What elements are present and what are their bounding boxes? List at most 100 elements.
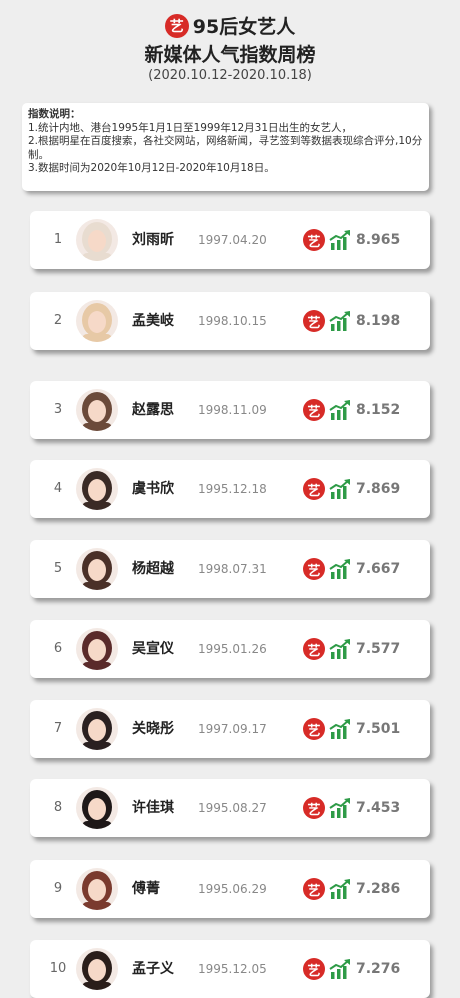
trend-up-icon: [329, 400, 350, 420]
ranking-row[interactable]: 10 孟子义 1995.12.05 艺 7.276: [30, 940, 430, 998]
popularity-score: 7.286: [356, 881, 401, 897]
brand-icon: 艺: [303, 399, 325, 421]
birth-date: 1995.01.26: [198, 642, 267, 656]
brand-icon: 艺: [303, 229, 325, 251]
trend-up-icon: [329, 559, 350, 579]
birth-date: 1998.07.31: [198, 562, 267, 576]
birth-date: 1995.08.27: [198, 801, 267, 815]
avatar[interactable]: [76, 787, 118, 829]
avatar[interactable]: [76, 219, 118, 261]
avatar[interactable]: [76, 389, 118, 431]
brand-icon: 艺: [303, 558, 325, 580]
title-row: 艺 95后女艺人: [0, 12, 460, 39]
avatar[interactable]: [76, 548, 118, 590]
artist-name[interactable]: 傅菁: [132, 860, 192, 918]
ranking-row[interactable]: 7 关晓彤 1997.09.17 艺 7.501: [30, 700, 430, 758]
trend-up-icon: [329, 879, 350, 899]
person-avatar-icon: [76, 628, 118, 670]
page-subtitle: 新媒体人气指数周榜: [144, 44, 316, 66]
person-avatar-icon: [76, 219, 118, 261]
ranking-row[interactable]: 8 许佳琪 1995.08.27 艺 7.453: [30, 779, 430, 837]
person-avatar-icon: [76, 948, 118, 990]
artist-name[interactable]: 孟美岐: [132, 292, 192, 350]
avatar[interactable]: [76, 708, 118, 750]
index-notes: 指数说明： 1.统计内地、港台1995年1月1日至1999年12月31日出生的女…: [22, 103, 429, 191]
rank-number: 6: [53, 641, 63, 656]
rank-number: 5: [53, 561, 63, 576]
artist-name[interactable]: 赵露思: [132, 381, 192, 439]
brand-icon: 艺: [303, 310, 325, 332]
artist-name[interactable]: 杨超越: [132, 540, 192, 598]
birth-date: 1998.10.15: [198, 314, 267, 328]
popularity-score: 8.198: [356, 313, 401, 329]
popularity-score: 8.965: [356, 232, 401, 248]
avatar[interactable]: [76, 948, 118, 990]
rank-number: 9: [53, 881, 63, 896]
page-header: 艺 95后女艺人 新媒体人气指数周榜 (2020.10.12-2020.10.1…: [0, 0, 460, 92]
brand-icon: 艺: [303, 878, 325, 900]
birth-date: 1995.12.05: [198, 962, 267, 976]
rank-number: 2: [53, 313, 63, 328]
ranking-row[interactable]: 5 杨超越 1998.07.31 艺 7.667: [30, 540, 430, 598]
brand-logo-icon: 艺: [164, 13, 189, 38]
birth-date: 1997.09.17: [198, 722, 267, 736]
trend-up-icon: [329, 639, 350, 659]
ranking-row[interactable]: 2 孟美岐 1998.10.15 艺 8.198: [30, 292, 430, 350]
person-avatar-icon: [76, 548, 118, 590]
trend-up-icon: [329, 479, 350, 499]
brand-icon: 艺: [303, 797, 325, 819]
notes-line: 2.根据明星在百度搜索，各社交网站，网络新闻，寻艺签到等数据表现综合评分,10分…: [28, 135, 423, 161]
popularity-score: 7.667: [356, 561, 401, 577]
popularity-score: 7.276: [356, 961, 401, 977]
artist-name[interactable]: 刘雨昕: [132, 211, 192, 269]
trend-up-icon: [329, 959, 350, 979]
birth-date: 1997.04.20: [198, 233, 267, 247]
person-avatar-icon: [76, 468, 118, 510]
artist-name[interactable]: 虞书欣: [132, 460, 192, 518]
artist-name[interactable]: 吴宣仪: [132, 620, 192, 678]
date-range: (2020.10.12-2020.10.18): [148, 68, 312, 83]
ranking-row[interactable]: 4 虞书欣 1995.12.18 艺 7.869: [30, 460, 430, 518]
rank-number: 4: [53, 481, 63, 496]
person-avatar-icon: [76, 708, 118, 750]
birth-date: 1998.11.09: [198, 403, 267, 417]
avatar[interactable]: [76, 628, 118, 670]
person-avatar-icon: [76, 389, 118, 431]
brand-icon: 艺: [303, 958, 325, 980]
notes-title: 指数说明：: [28, 108, 81, 120]
ranking-row[interactable]: 1 刘雨昕 1997.04.20 艺 8.965: [30, 211, 430, 269]
ranking-row[interactable]: 9 傅菁 1995.06.29 艺 7.286: [30, 860, 430, 918]
notes-line: 1.统计内地、港台1995年1月1日至1999年12月31日出生的女艺人，: [28, 121, 353, 134]
trend-up-icon: [329, 798, 350, 818]
brand-icon: 艺: [303, 478, 325, 500]
person-avatar-icon: [76, 787, 118, 829]
artist-name[interactable]: 许佳琪: [132, 779, 192, 837]
rank-number: 10: [49, 961, 67, 976]
ranking-row[interactable]: 3 赵露思 1998.11.09 艺 8.152: [30, 381, 430, 439]
trend-up-icon: [329, 719, 350, 739]
person-avatar-icon: [76, 300, 118, 342]
rank-number: 1: [53, 232, 63, 247]
birth-date: 1995.06.29: [198, 882, 267, 896]
rank-number: 3: [53, 402, 63, 417]
brand-icon: 艺: [303, 718, 325, 740]
popularity-score: 7.577: [356, 641, 401, 657]
trend-up-icon: [329, 230, 350, 250]
ranking-row[interactable]: 6 吴宣仪 1995.01.26 艺 7.577: [30, 620, 430, 678]
birth-date: 1995.12.18: [198, 482, 267, 496]
popularity-score: 7.501: [356, 721, 401, 737]
notes-line: 3.数据时间为2020年10月12日-2020年10月18日。: [28, 162, 275, 174]
artist-name[interactable]: 孟子义: [132, 940, 192, 998]
rank-number: 8: [53, 800, 63, 815]
avatar[interactable]: [76, 868, 118, 910]
popularity-score: 8.152: [356, 402, 401, 418]
page-title: 95后女艺人: [192, 16, 296, 38]
person-avatar-icon: [76, 868, 118, 910]
avatar[interactable]: [76, 300, 118, 342]
popularity-score: 7.453: [356, 800, 401, 816]
avatar[interactable]: [76, 468, 118, 510]
artist-name[interactable]: 关晓彤: [132, 700, 192, 758]
brand-icon: 艺: [303, 638, 325, 660]
trend-up-icon: [329, 311, 350, 331]
rank-number: 7: [53, 721, 63, 736]
